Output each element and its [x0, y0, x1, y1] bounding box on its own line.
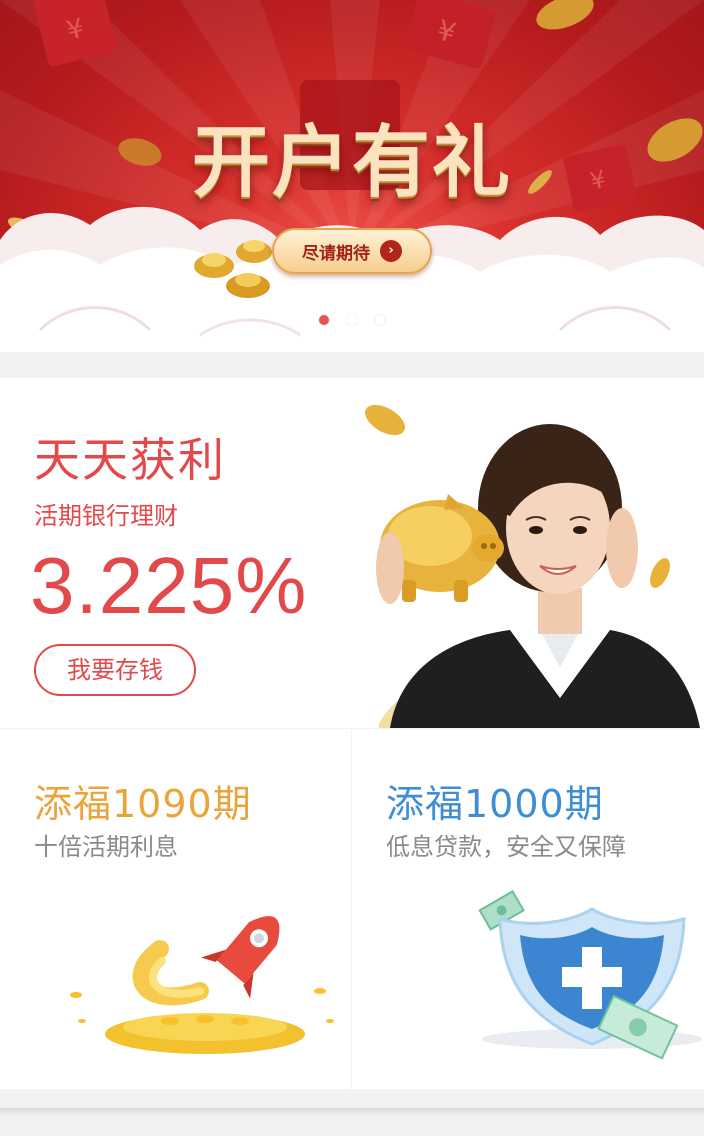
product-title: 添福1090期 — [34, 782, 252, 826]
promo-banner[interactable]: ¥ ¥ ¥ 开户有礼 尽请期待 › — [0, 0, 704, 352]
rocket-gold-coins-icon — [70, 916, 334, 1054]
coming-soon-label: 尽请期待 — [302, 243, 370, 264]
coming-soon-button[interactable]: 尽请期待 › — [272, 228, 432, 274]
shield-cash-icon — [478, 889, 702, 1060]
interest-rate: 3.225% — [30, 541, 308, 630]
bottom-divider — [0, 1108, 704, 1116]
carousel-dot-2[interactable] — [347, 315, 357, 325]
product-subtitle: 活期银行理财 — [34, 502, 178, 530]
product-title: 添福1000期 — [386, 782, 604, 826]
app-screen: ¥ ¥ ¥ 开户有礼 尽请期待 › 天天获利 活期银行理财 3.225% 我要存… — [0, 0, 704, 1136]
carousel-indicator — [0, 315, 704, 325]
product-title: 天天获利 — [34, 433, 226, 487]
product-card-1000[interactable]: 添福1000期 低息贷款，安全又保障 — [352, 729, 704, 1089]
product-subtitle: 低息贷款，安全又保障 — [386, 833, 626, 861]
deposit-button[interactable]: 我要存钱 — [34, 644, 196, 696]
woman-piggy-bank-image — [365, 404, 700, 728]
red-envelope-icon: ¥ — [404, 0, 496, 69]
daily-profit-card[interactable]: 天天获利 活期银行理财 3.225% 我要存钱 — [0, 378, 704, 728]
carousel-dot-1[interactable] — [319, 315, 329, 325]
carousel-dot-3[interactable] — [375, 315, 385, 325]
product-card-1090[interactable]: 添福1090期 十倍活期利息 — [0, 729, 351, 1089]
product-subtitle: 十倍活期利息 — [34, 833, 178, 861]
chevron-right-icon: › — [380, 240, 402, 262]
